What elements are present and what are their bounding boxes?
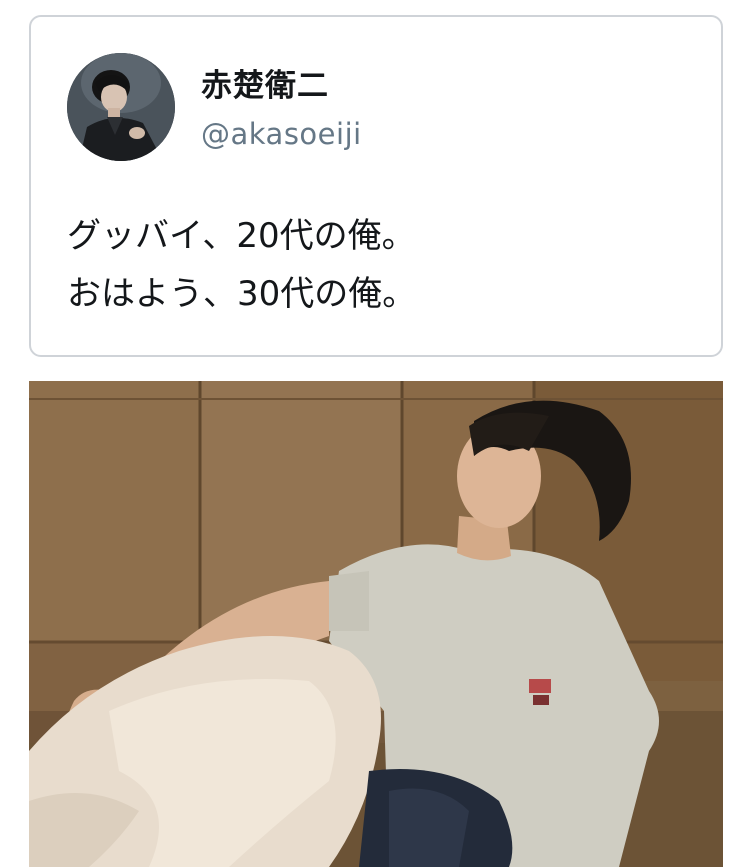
tweet-card[interactable]: 赤楚衛二 @akasoeiji グッバイ、20代の俺。 おはよう、30代の俺。: [29, 15, 723, 357]
attached-photo[interactable]: [29, 381, 723, 867]
photo-image: [29, 381, 723, 867]
user-handle[interactable]: @akasoeiji: [201, 117, 362, 151]
tweet-text: グッバイ、20代の俺。 おはよう、30代の俺。: [67, 207, 687, 323]
display-name[interactable]: 赤楚衛二: [201, 60, 329, 105]
page: 赤楚衛二 @akasoeiji グッバイ、20代の俺。 おはよう、30代の俺。: [0, 0, 750, 867]
tweet-line-1: グッバイ、20代の俺。: [67, 216, 416, 256]
avatar-image: [67, 53, 175, 161]
avatar[interactable]: [67, 53, 175, 161]
tweet-line-2: おはよう、30代の俺。: [67, 274, 417, 314]
